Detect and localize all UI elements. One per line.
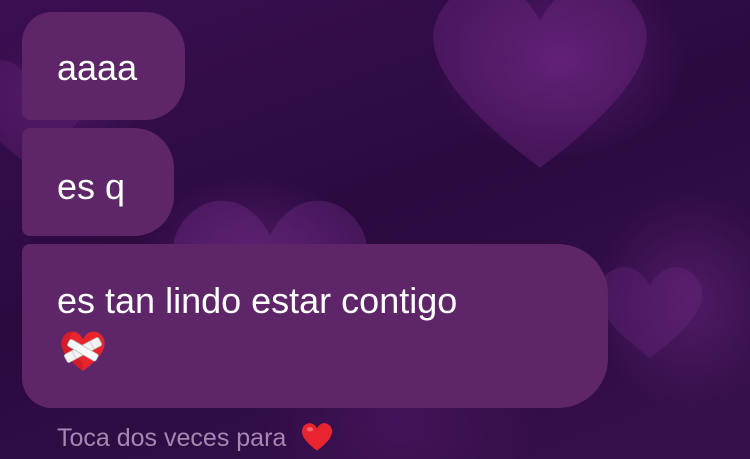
message-bubble[interactable]: aaaa — [22, 12, 185, 120]
background-heart-decoration — [433, 0, 647, 168]
background-heart-decoration — [597, 267, 703, 358]
message-bubble[interactable]: es q — [22, 128, 174, 236]
heart-icon — [302, 423, 333, 451]
mending-heart-icon — [61, 331, 105, 371]
message-text: aaaa — [57, 47, 138, 88]
message-text: es tan lindo estar contigo — [57, 280, 458, 321]
message-text: es q — [57, 166, 126, 207]
reaction-hint-text: Toca dos veces para — [57, 424, 287, 452]
message-bubble[interactable]: es tan lindo estar contigo — [22, 244, 608, 408]
reaction-hint: Toca dos veces para — [57, 420, 335, 456]
